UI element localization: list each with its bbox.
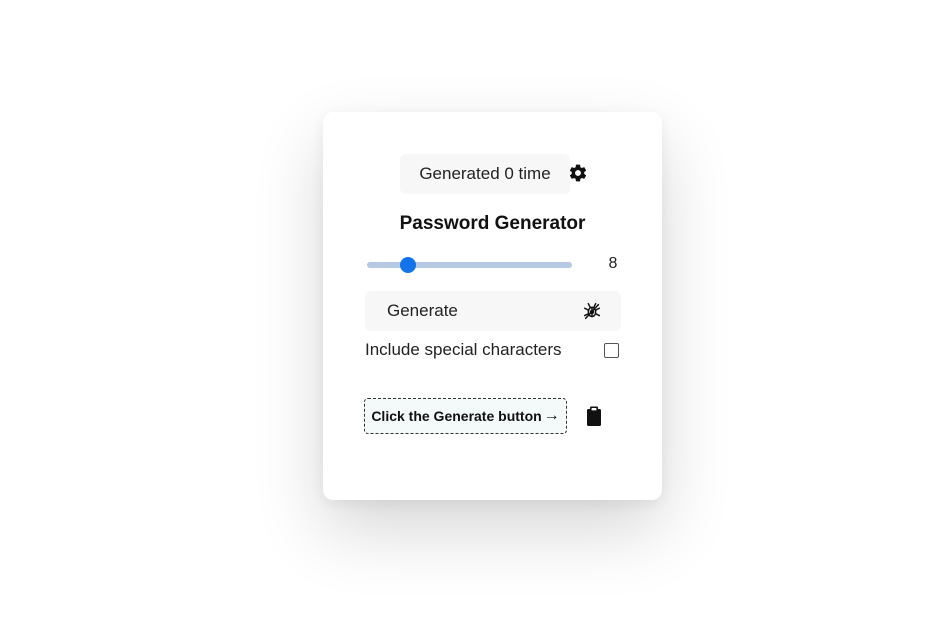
clipboard-icon[interactable] [586, 405, 602, 427]
generate-button-label: Generate [387, 301, 458, 320]
length-slider-thumb[interactable] [400, 257, 416, 273]
page-title: Password Generator [399, 213, 586, 234]
password-output-text: Click the Generate button [371, 408, 542, 424]
generation-counter: Generated 0 time [400, 154, 570, 194]
generate-button[interactable]: Generate [365, 291, 621, 331]
password-output: Click the Generate button → [364, 398, 567, 434]
password-generator-card: Generated 0 time Password Generator 8 Ge… [323, 112, 662, 500]
length-slider[interactable] [367, 256, 572, 274]
bug-icon [583, 302, 601, 320]
generation-counter-text: Generated 0 time [419, 164, 551, 183]
special-characters-checkbox[interactable] [604, 343, 619, 358]
length-slider-track[interactable] [367, 262, 572, 268]
gear-icon[interactable] [568, 163, 588, 183]
arrow-right-icon: → [543, 407, 560, 424]
length-value: 8 [608, 255, 618, 272]
special-characters-label: Include special characters [365, 340, 562, 359]
